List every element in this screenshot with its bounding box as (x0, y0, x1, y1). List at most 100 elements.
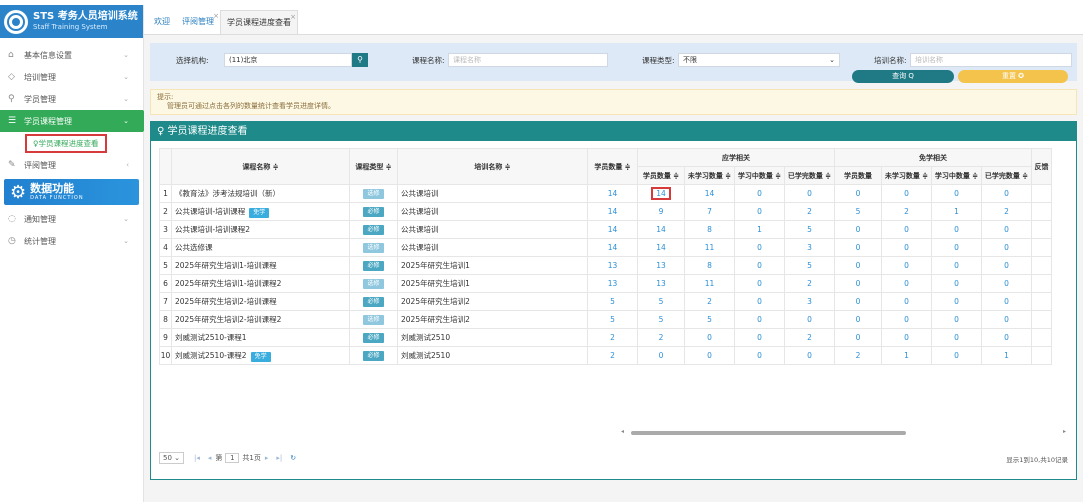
stat-count[interactable]: 2 (784, 328, 835, 347)
next-page-icon[interactable]: ▸ (265, 454, 269, 462)
stat-count[interactable]: 0 (834, 274, 882, 293)
col-ex-not-started[interactable]: 未学习数量 ≑ (881, 166, 932, 185)
col-ex-completed[interactable]: 已学完数量 ≑ (981, 166, 1032, 185)
col-course-name[interactable]: 课程名称 ≑ (171, 148, 350, 185)
sidebar-item-training[interactable]: ◇ 培训管理 ⌄ (0, 66, 143, 88)
stat-count[interactable]: 0 (734, 238, 785, 257)
first-page-icon[interactable]: |◂ (194, 454, 200, 462)
stat-count[interactable]: 0 (734, 346, 785, 365)
sidebar-item-basic-settings[interactable]: ⌂ 基本信息设置 ⌄ (0, 44, 143, 66)
stat-count[interactable]: 2 (784, 202, 835, 221)
col-ex-students[interactable]: 学员数量 (834, 166, 882, 185)
course-type-select[interactable]: 不限 ⌄ (678, 53, 840, 67)
stat-count[interactable]: 0 (834, 220, 882, 239)
stat-count[interactable]: 0 (734, 184, 785, 203)
scrollbar-thumb[interactable] (631, 431, 906, 435)
prev-page-icon[interactable]: ◂ (208, 454, 212, 462)
stat-count[interactable]: 0 (981, 184, 1032, 203)
stat-count[interactable]: 0 (734, 328, 785, 347)
tab-review[interactable]: 评阅管理 × (176, 10, 220, 34)
stat-count[interactable]: 5 (834, 202, 882, 221)
stat-count[interactable]: 0 (881, 274, 932, 293)
stat-count[interactable]: 0 (881, 256, 932, 275)
stat-count[interactable]: 0 (784, 346, 835, 365)
stat-count[interactable]: 0 (881, 310, 932, 329)
stat-count[interactable]: 0 (734, 292, 785, 311)
stat-count[interactable]: 0 (881, 292, 932, 311)
stat-count[interactable]: 0 (834, 238, 882, 257)
stat-count[interactable]: 14 (637, 220, 685, 239)
students-count[interactable]: 2 (587, 346, 638, 365)
stat-count[interactable]: 11 (684, 238, 735, 257)
stat-count[interactable]: 0 (931, 292, 982, 311)
stat-count[interactable]: 7 (684, 202, 735, 221)
stat-count[interactable]: 8 (684, 256, 735, 275)
training-name-input[interactable]: 培训名称 (910, 53, 1072, 67)
stat-count[interactable]: 0 (931, 238, 982, 257)
col-req-students[interactable]: 学员数量 ≑ (637, 166, 685, 185)
stat-count[interactable]: 0 (834, 256, 882, 275)
sidebar-subitem-progress[interactable]: ♀学员课程进度查看 (0, 132, 143, 154)
stat-count[interactable]: 0 (784, 310, 835, 329)
stat-count[interactable]: 14 (684, 184, 735, 203)
data-function-banner[interactable]: ⚙ 数据功能 DATA FUNCTION (4, 179, 139, 205)
stat-count[interactable]: 14 (637, 238, 685, 257)
query-button[interactable]: 查询 Q (852, 70, 954, 83)
stat-count[interactable]: 1 (931, 202, 982, 221)
stat-count[interactable]: 2 (981, 202, 1032, 221)
stat-count[interactable]: 0 (637, 346, 685, 365)
stat-count[interactable]: 13 (637, 256, 685, 275)
stat-count[interactable]: 5 (784, 220, 835, 239)
stat-count[interactable]: 0 (931, 310, 982, 329)
stat-count[interactable]: 0 (981, 256, 1032, 275)
stat-count[interactable]: 5 (684, 310, 735, 329)
stat-count[interactable]: 0 (931, 220, 982, 239)
stat-count[interactable]: 0 (981, 292, 1032, 311)
sidebar-item-students[interactable]: ⚲ 学员管理 ⌄ (0, 88, 143, 110)
stat-count[interactable]: 9 (637, 202, 685, 221)
students-count[interactable]: 5 (587, 310, 638, 329)
stat-count[interactable]: 0 (684, 328, 735, 347)
stat-count[interactable]: 5 (784, 256, 835, 275)
stat-count[interactable]: 0 (881, 184, 932, 203)
req-students-count[interactable]: 14 (637, 184, 685, 203)
page-size-select[interactable]: 50 ⌄ (159, 452, 185, 464)
col-students[interactable]: 学员数量 ≑ (587, 148, 638, 185)
stat-count[interactable]: 2 (684, 292, 735, 311)
stat-count[interactable]: 1 (734, 220, 785, 239)
stat-count[interactable]: 0 (981, 220, 1032, 239)
stat-count[interactable]: 8 (684, 220, 735, 239)
course-name-input[interactable]: 课程名称 (448, 53, 608, 67)
stat-count[interactable]: 0 (834, 328, 882, 347)
refresh-icon[interactable]: ↻ (290, 454, 296, 462)
stat-count[interactable]: 0 (881, 238, 932, 257)
stat-count[interactable]: 5 (637, 310, 685, 329)
stat-count[interactable]: 0 (784, 184, 835, 203)
sidebar-item-student-courses[interactable]: ☰ 学员课程管理 ⌄ (0, 110, 151, 132)
stat-count[interactable]: 11 (684, 274, 735, 293)
students-count[interactable]: 2 (587, 328, 638, 347)
close-icon[interactable]: × (290, 5, 296, 29)
stat-count[interactable]: 5 (637, 292, 685, 311)
scroll-left-icon[interactable]: ◂ (621, 428, 624, 435)
stat-count[interactable]: 2 (784, 274, 835, 293)
stat-count[interactable]: 0 (931, 274, 982, 293)
stat-count[interactable]: 0 (931, 184, 982, 203)
highlighted-count[interactable]: 14 (651, 187, 671, 200)
stat-count[interactable]: 0 (881, 328, 932, 347)
stat-count[interactable]: 0 (834, 184, 882, 203)
sidebar-item-statistics[interactable]: ◷ 统计管理 ⌄ (0, 230, 143, 252)
page-input[interactable]: 1 (225, 453, 240, 463)
sidebar-item-review[interactable]: ✎ 评阅管理 ‹ (0, 154, 143, 176)
students-count[interactable]: 14 (587, 238, 638, 257)
stat-count[interactable]: 0 (734, 274, 785, 293)
stat-count[interactable]: 0 (931, 256, 982, 275)
col-req-completed[interactable]: 已学完数量 ≑ (784, 166, 835, 185)
stat-count[interactable]: 2 (881, 202, 932, 221)
students-count[interactable]: 13 (587, 256, 638, 275)
tab-progress[interactable]: 学员课程进度查看 × (220, 10, 298, 34)
stat-count[interactable]: 0 (834, 292, 882, 311)
col-req-not-started[interactable]: 未学习数量 ≑ (684, 166, 735, 185)
stat-count[interactable]: 0 (734, 202, 785, 221)
stat-count[interactable]: 0 (931, 346, 982, 365)
